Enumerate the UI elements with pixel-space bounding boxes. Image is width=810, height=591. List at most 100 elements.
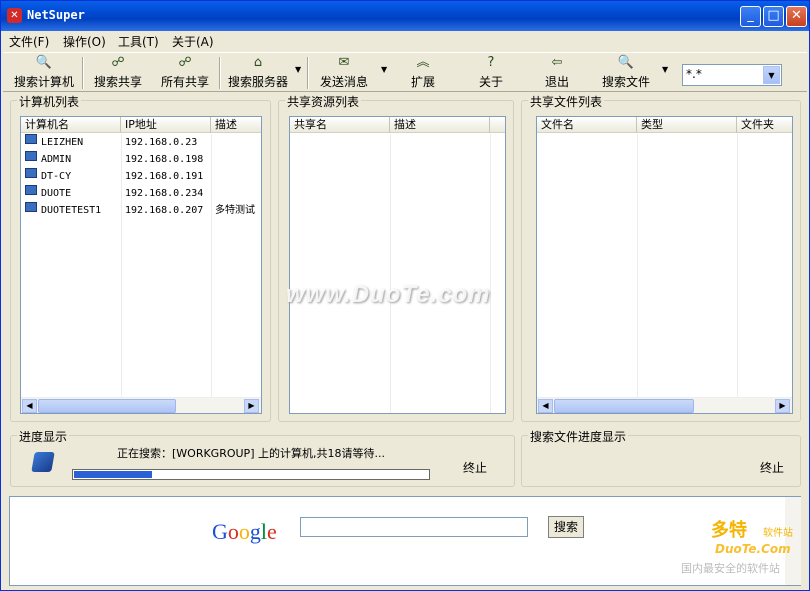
google-search-input[interactable] bbox=[300, 517, 528, 537]
search-file-label: 搜索文件 bbox=[601, 75, 650, 89]
column-header-description[interactable]: 描述 bbox=[211, 117, 261, 133]
column-divider bbox=[737, 134, 738, 399]
computer-list-header: 计算机名 IP地址 描述 bbox=[21, 117, 261, 133]
send-message-dropdown-icon[interactable]: ▼ bbox=[381, 65, 387, 74]
scroll-thumb[interactable] bbox=[38, 399, 176, 413]
scroll-left-icon[interactable]: ◀ bbox=[538, 399, 553, 413]
computer-name: DUOTE bbox=[41, 188, 72, 199]
table-row[interactable]: DUOTETEST1 192.168.0.207 多特测试 bbox=[21, 202, 261, 219]
search-computer-button[interactable]: 🔍 搜索计算机 bbox=[11, 55, 77, 91]
computer-ip: 192.168.0.23 bbox=[125, 137, 198, 148]
computer-icon bbox=[25, 202, 37, 212]
exit-label: 退出 bbox=[544, 75, 569, 89]
column-header-folder[interactable]: 文件夹 bbox=[737, 117, 792, 133]
file-progress-title: 搜索文件进度显示 bbox=[528, 428, 629, 445]
computer-list-view[interactable]: 计算机名 IP地址 描述 LEIZHEN 192.168.0.23 ADMIN … bbox=[20, 116, 262, 414]
computer-ip: 192.168.0.191 bbox=[125, 171, 204, 182]
computer-ip: 192.168.0.234 bbox=[125, 188, 204, 199]
search-server-icon: ⌂ bbox=[253, 55, 263, 70]
google-search-button[interactable]: 搜索 bbox=[548, 516, 584, 538]
scroll-right-icon[interactable]: ▶ bbox=[244, 399, 259, 413]
file-filter-combo[interactable]: *.* ▼ bbox=[682, 64, 782, 86]
computer-desc: 多特测试 bbox=[215, 205, 255, 216]
all-shares-button[interactable]: ☍ 所有共享 bbox=[156, 55, 214, 91]
share-list-group: 共享资源列表 共享名 描述 bbox=[278, 93, 514, 422]
table-row[interactable]: DUOTE 192.168.0.234 bbox=[21, 185, 261, 202]
share-list-title: 共享资源列表 bbox=[285, 93, 362, 110]
computer-icon bbox=[25, 151, 37, 161]
app-logo-icon: ✕ bbox=[7, 8, 22, 23]
scroll-left-icon[interactable]: ◀ bbox=[22, 399, 37, 413]
all-shares-label: 所有共享 bbox=[160, 75, 209, 89]
computer-icon bbox=[25, 185, 37, 195]
about-button[interactable]: ? 关于 bbox=[469, 55, 513, 91]
minimize-button[interactable]: _ bbox=[740, 6, 761, 27]
menu-operate[interactable]: 操作(O) bbox=[63, 33, 106, 50]
table-row[interactable]: LEIZHEN 192.168.0.23 bbox=[21, 134, 261, 151]
chevron-down-icon[interactable]: ▼ bbox=[763, 66, 780, 84]
send-message-button[interactable]: ✉ 发送消息 bbox=[315, 55, 373, 91]
computer-name: LEIZHEN bbox=[41, 137, 84, 148]
title-bar[interactable]: ✕ NetSuper _ □ ✕ bbox=[1, 1, 809, 31]
menu-file[interactable]: 文件(F) bbox=[9, 33, 49, 50]
column-header-share-desc[interactable]: 描述 bbox=[390, 117, 490, 133]
scroll-thumb[interactable] bbox=[554, 399, 694, 413]
progress-bar-fill bbox=[74, 471, 153, 478]
help-icon: ? bbox=[487, 55, 495, 70]
search-file-icon: 🔍 bbox=[617, 55, 635, 70]
search-computer-label: 搜索计算机 bbox=[13, 75, 74, 89]
search-share-button[interactable]: ☍ 搜索共享 bbox=[89, 55, 147, 91]
computer-list-title: 计算机列表 bbox=[17, 93, 82, 110]
exit-icon: ⇦ bbox=[551, 55, 563, 70]
share-list-view[interactable]: 共享名 描述 bbox=[289, 116, 506, 414]
main-window: ✕ NetSuper _ □ ✕ 文件(F) 操作(O) 工具(T) 关于(A)… bbox=[0, 0, 810, 591]
toolbar: 🔍 搜索计算机 ☍ 搜索共享 ☍ 所有共享 ⌂ 搜索服务器 ▼ ✉ 发送消息 ▼… bbox=[3, 52, 807, 92]
expand-button[interactable]: ︽ 扩展 bbox=[401, 55, 445, 91]
stop-search-button[interactable]: 终止 bbox=[463, 459, 487, 476]
search-server-dropdown-icon[interactable]: ▼ bbox=[295, 65, 301, 74]
close-button[interactable]: ✕ bbox=[786, 6, 807, 27]
about-label: 关于 bbox=[478, 75, 503, 89]
expand-icon: ︽ bbox=[416, 55, 430, 70]
column-header-ip[interactable]: IP地址 bbox=[121, 117, 211, 133]
table-row[interactable]: ADMIN 192.168.0.198 bbox=[21, 151, 261, 168]
corner-logo-sub: 软件站 bbox=[763, 528, 793, 539]
search-share-icon: ☍ bbox=[111, 55, 125, 70]
horizontal-scrollbar[interactable]: ◀ ▶ bbox=[537, 397, 792, 413]
corner-logo-cn: 多特 bbox=[711, 520, 747, 541]
progress-status-text: 正在搜索：[WORKGROUP] 上的计算机,共18请等待... bbox=[117, 447, 385, 460]
scroll-right-icon[interactable]: ▶ bbox=[775, 399, 790, 413]
google-logo: Google bbox=[212, 519, 277, 544]
toolbar-separator bbox=[82, 57, 84, 89]
computer-name: DT-CY bbox=[41, 171, 72, 182]
progress-title: 进度显示 bbox=[17, 428, 70, 445]
corner-logo-caption: 国内最安全的软件站 bbox=[681, 562, 780, 575]
file-list-group: 共享文件列表 文件名 类型 文件夹 ◀ ▶ bbox=[521, 93, 801, 422]
menu-tools[interactable]: 工具(T) bbox=[118, 33, 159, 50]
search-file-button[interactable]: 🔍 搜索文件 bbox=[597, 55, 655, 91]
search-file-dropdown-icon[interactable]: ▼ bbox=[662, 65, 668, 74]
column-header-file-name[interactable]: 文件名 bbox=[537, 117, 637, 133]
column-header-file-type[interactable]: 类型 bbox=[637, 117, 737, 133]
computer-ip: 192.168.0.198 bbox=[125, 154, 204, 165]
column-divider bbox=[490, 134, 491, 413]
progress-bar bbox=[72, 469, 430, 480]
menu-bar: 文件(F) 操作(O) 工具(T) 关于(A) bbox=[1, 31, 809, 51]
column-divider bbox=[637, 134, 638, 399]
column-header-share-name[interactable]: 共享名 bbox=[290, 117, 390, 133]
stop-file-search-button[interactable]: 终止 bbox=[760, 459, 784, 476]
table-row[interactable]: DT-CY 192.168.0.191 bbox=[21, 168, 261, 185]
file-list-view[interactable]: 文件名 类型 文件夹 ◀ ▶ bbox=[536, 116, 793, 414]
menu-about[interactable]: 关于(A) bbox=[172, 33, 214, 50]
search-share-label: 搜索共享 bbox=[93, 75, 142, 89]
computer-icon bbox=[25, 134, 37, 144]
expand-label: 扩展 bbox=[410, 75, 435, 89]
column-header-computer-name[interactable]: 计算机名 bbox=[21, 117, 121, 133]
computer-list-group: 计算机列表 计算机名 IP地址 描述 LEIZHEN 192.168.0.23 … bbox=[10, 93, 271, 422]
exit-button[interactable]: ⇦ 退出 bbox=[535, 55, 579, 91]
search-server-label: 搜索服务器 bbox=[227, 75, 288, 89]
maximize-button[interactable]: □ bbox=[763, 6, 784, 27]
search-server-button[interactable]: ⌂ 搜索服务器 bbox=[224, 55, 292, 91]
file-list-title: 共享文件列表 bbox=[528, 93, 605, 110]
horizontal-scrollbar[interactable]: ◀ ▶ bbox=[21, 397, 261, 413]
